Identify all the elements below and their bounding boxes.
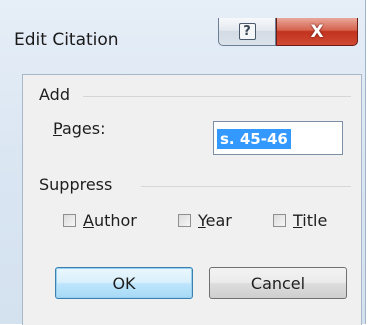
suppress-author-checkbox[interactable]: Author <box>63 211 137 230</box>
checkbox-box[interactable] <box>178 214 191 227</box>
dialog-body: Add Pages: s. 45-46 Suppress Author Year… <box>22 74 362 325</box>
suppress-group-divider <box>141 186 351 187</box>
help-icon: ? <box>238 23 256 40</box>
year-label: Year <box>198 211 232 230</box>
suppress-title-checkbox[interactable]: Title <box>273 211 327 230</box>
suppress-year-checkbox[interactable]: Year <box>178 211 232 230</box>
cancel-button[interactable]: Cancel <box>209 267 347 299</box>
help-button[interactable]: ? <box>218 18 276 46</box>
edit-citation-dialog: Edit Citation ? X Add Pages: s. 45-46 Su… <box>0 0 366 325</box>
ok-button[interactable]: OK <box>55 267 193 299</box>
title-label: Title <box>293 211 328 230</box>
suppress-group-title: Suppress <box>39 175 113 194</box>
pages-label: Pages: <box>53 119 106 138</box>
add-group-divider <box>83 96 351 97</box>
author-label: Author <box>83 211 137 230</box>
close-icon: X <box>310 21 324 42</box>
checkbox-box[interactable] <box>63 214 76 227</box>
close-button[interactable]: X <box>276 18 358 46</box>
dialog-title: Edit Citation <box>14 30 119 50</box>
add-group-title: Add <box>39 85 70 104</box>
checkbox-box[interactable] <box>273 214 286 227</box>
pages-input-value: s. 45-46 <box>217 129 291 149</box>
pages-input[interactable]: s. 45-46 <box>213 121 343 155</box>
